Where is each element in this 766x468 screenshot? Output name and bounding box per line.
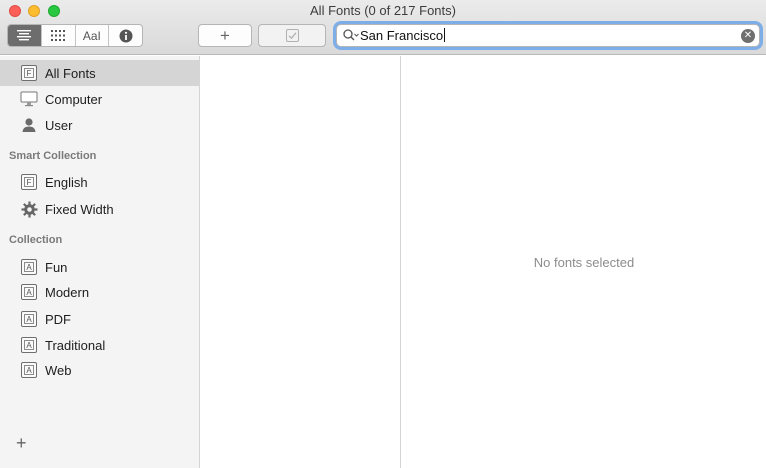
checkbox-icon	[285, 29, 299, 42]
sidebar: F All Fonts Computer User Smart Collecti…	[0, 56, 200, 468]
font-library-icon: F	[20, 64, 38, 82]
empty-state-message: No fonts selected	[533, 255, 635, 270]
validate-font-button[interactable]	[258, 24, 326, 47]
computer-icon	[20, 90, 38, 108]
sidebar-item-label: Traditional	[45, 337, 106, 353]
sidebar-item-label: Web	[45, 362, 72, 378]
font-list-pane[interactable]	[201, 56, 401, 468]
text-preview-icon: AaI	[82, 28, 101, 43]
sidebar-item-pdf[interactable]: A PDF	[0, 306, 200, 332]
repertoire-view-button[interactable]	[42, 25, 76, 46]
window-title: All Fonts (0 of 217 Fonts)	[310, 3, 456, 18]
custom-preview-button[interactable]: AaI	[76, 25, 110, 46]
add-collection-button[interactable]: +	[16, 433, 27, 454]
sidebar-item-label: Modern	[45, 284, 90, 300]
collection-icon: A	[20, 336, 38, 354]
sidebar-item-user[interactable]: User	[0, 112, 200, 138]
sidebar-item-web[interactable]: A Web	[0, 357, 200, 383]
collection-icon: A	[20, 258, 38, 276]
search-icon	[343, 29, 359, 41]
collection-icon: A	[20, 283, 38, 301]
grid-dots-icon	[51, 30, 66, 41]
collection-icon: A	[20, 361, 38, 379]
sidebar-item-label: English	[45, 174, 88, 190]
font-library-icon: F	[20, 173, 38, 191]
text-cursor	[444, 28, 446, 42]
add-font-button[interactable]: +	[198, 24, 252, 47]
title-bar: All Fonts (0 of 217 Fonts) AaI + San Fra…	[0, 0, 766, 55]
smart-collection-header: Smart Collection	[9, 150, 97, 162]
sidebar-item-label: Computer	[45, 91, 103, 107]
info-icon	[119, 29, 133, 42]
collection-header: Collection	[9, 234, 63, 246]
sidebar-item-computer[interactable]: Computer	[0, 86, 200, 112]
search-input[interactable]: San Francisco	[360, 28, 446, 43]
sidebar-item-label: PDF	[45, 311, 71, 327]
sample-view-button[interactable]	[8, 25, 42, 46]
plus-icon: +	[220, 26, 230, 45]
sidebar-item-label: Fixed Width	[45, 201, 114, 217]
view-mode-segmented-control: AaI	[7, 24, 143, 47]
gear-icon	[20, 200, 38, 218]
sidebar-item-fixed-width[interactable]: Fixed Width	[0, 196, 200, 222]
clear-search-icon[interactable]: ✕	[741, 29, 755, 43]
sidebar-item-label: User	[45, 117, 73, 133]
sidebar-item-english[interactable]: F English	[0, 169, 200, 195]
sidebar-item-label: All Fonts	[45, 65, 96, 81]
sidebar-item-modern[interactable]: A Modern	[0, 279, 200, 305]
sidebar-item-label: Fun	[45, 259, 68, 275]
sidebar-item-fun[interactable]: A Fun	[0, 254, 200, 280]
collection-icon: A	[20, 310, 38, 328]
list-lines-icon	[17, 30, 32, 41]
search-field[interactable]: San Francisco ✕	[336, 24, 760, 47]
sidebar-item-traditional[interactable]: A Traditional	[0, 332, 200, 358]
font-preview-pane: No fonts selected	[402, 56, 766, 468]
sidebar-item-all-fonts[interactable]: F All Fonts	[0, 60, 200, 86]
info-view-button[interactable]	[109, 25, 142, 46]
user-icon	[20, 116, 38, 134]
search-value: San Francisco	[360, 28, 444, 43]
